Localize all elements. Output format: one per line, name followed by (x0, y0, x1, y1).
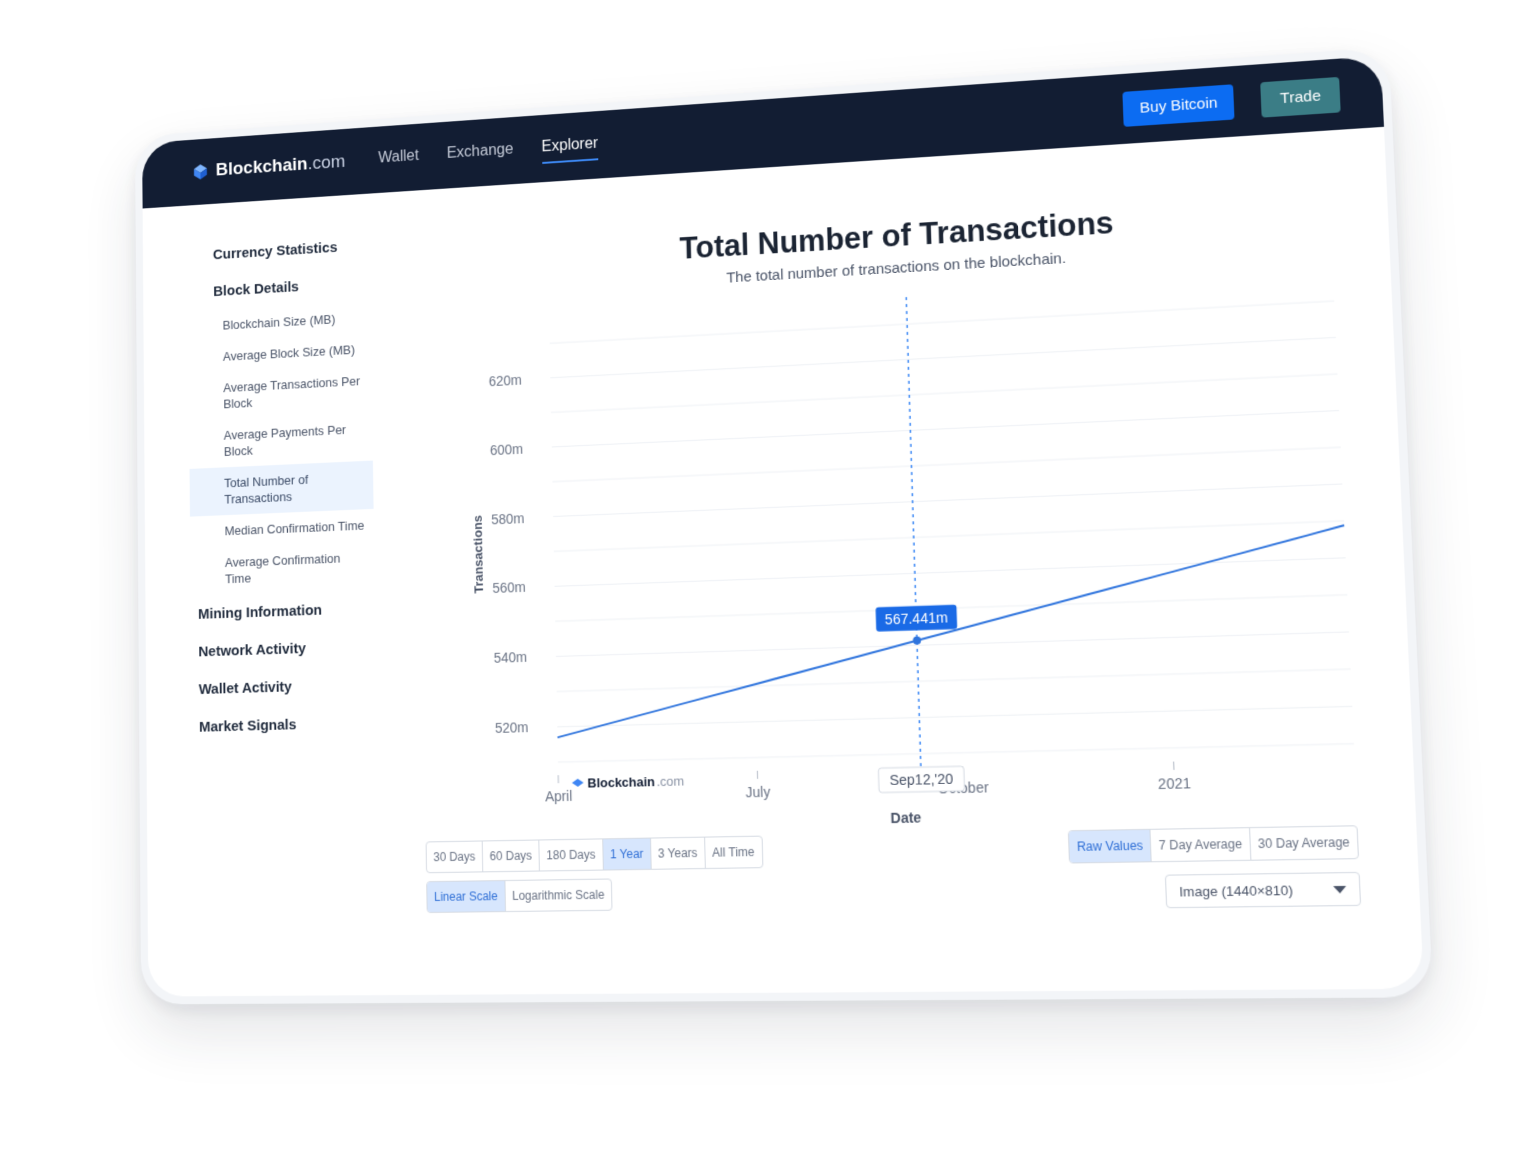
grid-line (552, 411, 1339, 447)
sidebar-item-network-activity[interactable]: Network Activity (191, 627, 376, 671)
stage: Blockchain.com Wallet Exchange Explorer … (0, 0, 1534, 1160)
buy-bitcoin-button[interactable]: Buy Bitcoin (1122, 83, 1235, 127)
sidebar-item-total-transactions[interactable]: Total Number of Transactions (189, 460, 374, 517)
main-nav: Wallet Exchange Explorer (378, 129, 599, 175)
grid-line (557, 669, 1351, 691)
range-180-days[interactable]: 180 Days (539, 839, 604, 871)
y-tick-label: 520m (495, 720, 529, 736)
export-select-value: Image (1440×810) (1178, 881, 1294, 900)
y-tick-label: 580m (491, 510, 525, 527)
blockchain-logo-icon (193, 163, 207, 180)
grid-line (554, 521, 1344, 552)
scale-linear[interactable]: Linear Scale (427, 881, 506, 912)
watermark-suffix: .com (656, 774, 684, 789)
y-tick-label: 600m (490, 441, 523, 458)
sidebar-item-mining-information[interactable]: Mining Information (191, 589, 376, 633)
watermark-logo-icon (571, 778, 584, 787)
sidebar-item-wallet-activity[interactable]: Wallet Activity (191, 665, 376, 708)
sidebar-item-market-signals[interactable]: Market Signals (192, 704, 377, 747)
y-tick-label: 540m (494, 650, 528, 666)
nav-exchange[interactable]: Exchange (446, 135, 514, 170)
sidebar-item-average-payments-per-block[interactable]: Average Payments Per Block (189, 412, 373, 469)
grid-line (553, 484, 1342, 516)
tooltip-value: 567.441m (885, 610, 948, 628)
grid-line (550, 337, 1336, 377)
chart-area: Total Number of Transactions The total n… (416, 159, 1394, 921)
average-30-day[interactable]: 30 Day Average (1250, 826, 1358, 859)
sidebar-item-average-confirmation-time[interactable]: Average Confirmation Time (190, 541, 375, 596)
average-7-day[interactable]: 7 Day Average (1150, 828, 1252, 862)
grid-line (550, 301, 1335, 343)
y-axis-label: Transactions (471, 515, 486, 594)
grid-line (551, 374, 1337, 412)
brand-name: Blockchain.com (215, 151, 346, 181)
time-range-group: 30 Days 60 Days 180 Days 1 Year 3 Years … (425, 835, 763, 874)
x-axis-label: Date (890, 810, 922, 827)
brand-suffix: .com (307, 151, 346, 175)
x-tick-label: 2021 (1158, 775, 1191, 792)
trade-button[interactable]: Trade (1260, 76, 1341, 118)
grid-line (555, 558, 1346, 587)
average-raw-values[interactable]: Raw Values (1069, 829, 1153, 863)
y-tick-labels: 520m 540m 560m 580m 600m 620m (489, 372, 529, 736)
range-all-time[interactable]: All Time (705, 837, 762, 868)
tablet-device: Blockchain.com Wallet Exchange Explorer … (134, 46, 1434, 1005)
grid-lines (550, 301, 1354, 762)
watermark-brand: Blockchain (587, 775, 655, 791)
grid-line (552, 447, 1340, 481)
hover-point (912, 636, 922, 645)
brand-logo[interactable]: Blockchain.com (192, 152, 345, 183)
y-tick-label: 560m (492, 580, 526, 597)
tooltip-date: Sep12,'20 (889, 771, 953, 788)
average-group: Raw Values 7 Day Average 30 Day Average (1068, 825, 1360, 864)
grid-line (556, 632, 1349, 656)
transactions-line-chart[interactable]: 520m540m560m580m600m620m AprilJulyOctobe… (417, 261, 1391, 861)
navbar-spacer (598, 109, 1123, 145)
chart-watermark: Blockchain .com (571, 774, 684, 791)
grid-line (557, 706, 1352, 726)
tablet-screen: Blockchain.com Wallet Exchange Explorer … (142, 55, 1424, 997)
series-line (554, 525, 1353, 737)
nav-wallet[interactable]: Wallet (378, 142, 419, 175)
y-tick-label: 620m (489, 372, 522, 389)
right-controls: Raw Values 7 Day Average 30 Day Average … (1068, 825, 1362, 909)
sidebar: Currency Statistics Block Details Blockc… (188, 227, 377, 747)
range-3-years[interactable]: 3 Years (650, 837, 706, 869)
chevron-down-icon (1333, 885, 1347, 893)
range-30-days[interactable]: 30 Days (426, 841, 484, 873)
range-60-days[interactable]: 60 Days (482, 840, 540, 872)
x-tick-label: July (745, 784, 770, 800)
crosshair-line (906, 297, 921, 766)
scale-group: Linear Scale Logarithmic Scale (426, 878, 613, 914)
nav-explorer[interactable]: Explorer (541, 129, 599, 164)
grid-line (558, 744, 1354, 762)
x-tick-label: April (545, 788, 572, 804)
scale-logarithmic[interactable]: Logarithmic Scale (505, 880, 611, 912)
export-select[interactable]: Image (1440×810) (1164, 871, 1362, 909)
range-1-year[interactable]: 1 Year (602, 838, 652, 870)
